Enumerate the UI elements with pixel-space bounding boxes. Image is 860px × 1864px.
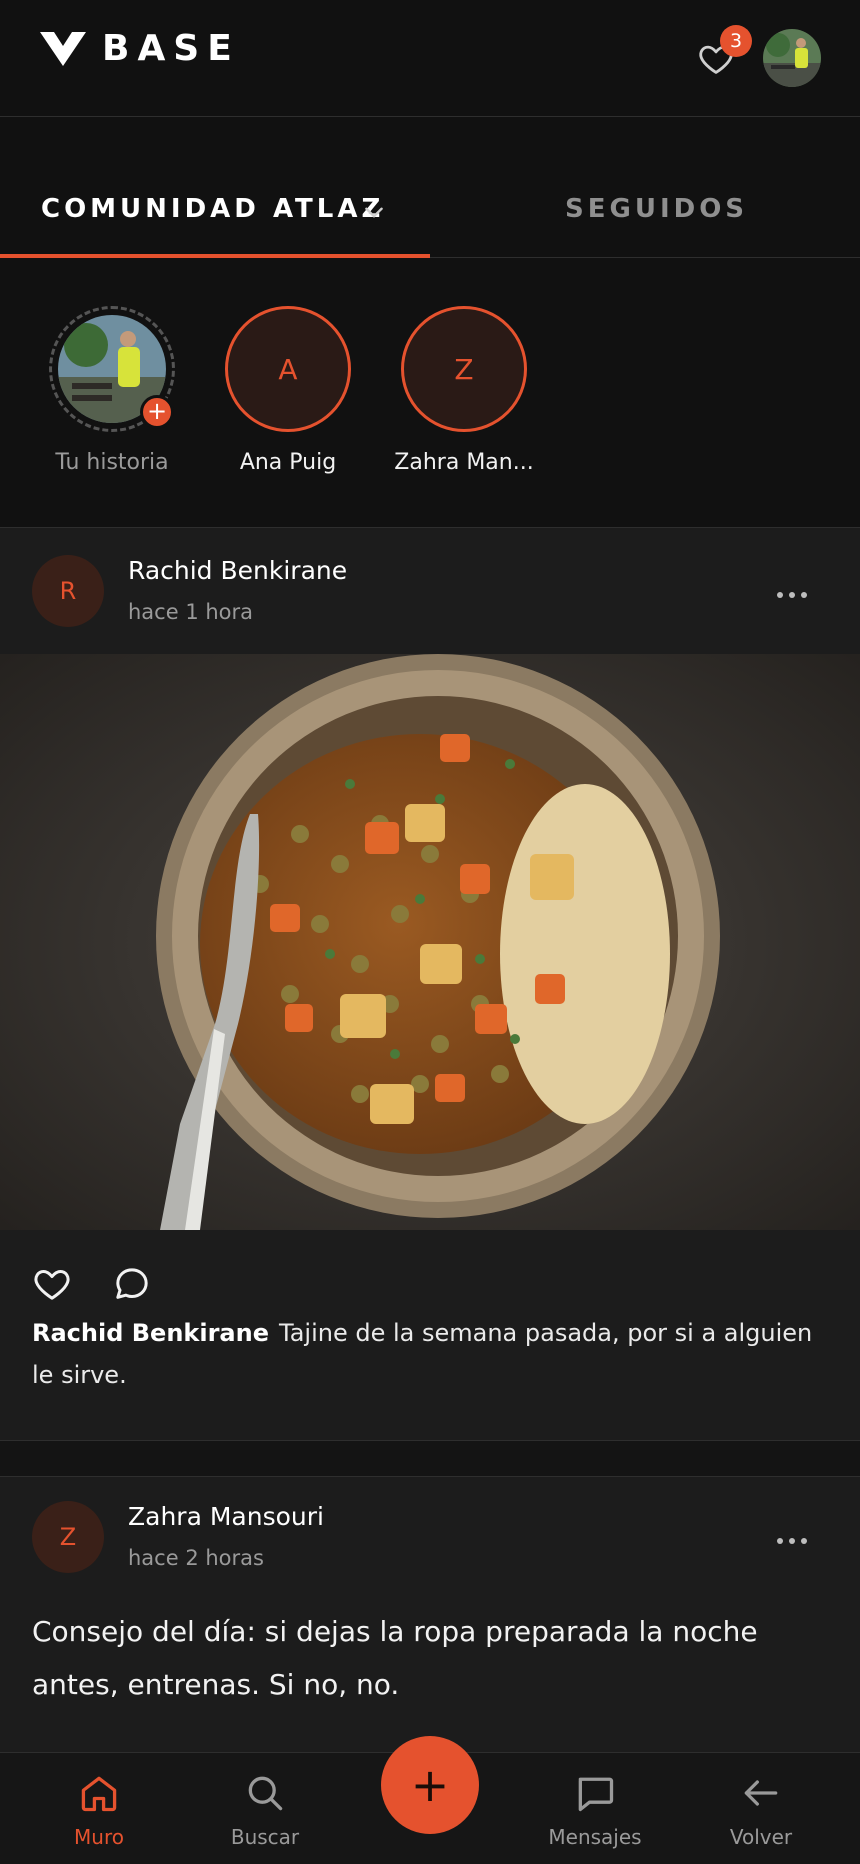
feed-post: R Rachid Benkirane hace 1 hora Rachid Be… — [0, 528, 860, 1440]
story-avatar: A — [225, 306, 351, 432]
story-own-ring: + — [49, 306, 175, 432]
post-image-lentil-tajine[interactable] — [0, 654, 860, 1230]
post-author-name[interactable]: Zahra Mansouri — [128, 1502, 324, 1531]
notification-badge: 3 — [720, 25, 752, 57]
tab-comunidad-label: COMUNIDAD ATLAZ — [41, 194, 385, 224]
profile-avatar[interactable] — [763, 29, 821, 87]
logo-text: BASE — [102, 28, 240, 69]
nav-home-label: Muro — [74, 1825, 124, 1849]
nav-back[interactable]: Volver — [691, 1771, 831, 1849]
story-label: Ana Puig — [239, 450, 337, 475]
nav-messages[interactable]: Mensajes — [525, 1771, 665, 1849]
story-own[interactable]: + Tu historia — [27, 306, 197, 475]
feed-post: Z Zahra Mansouri hace 2 horas Consejo de… — [0, 1476, 860, 1756]
messages-icon — [578, 1777, 614, 1812]
home-icon — [81, 1776, 117, 1812]
nav-home[interactable]: Muro — [29, 1771, 169, 1849]
app-root: BASE 3 COMUNIDAD ATLAZ SEGUIDOS + Tu his… — [0, 0, 860, 1864]
story-avatar: Z — [401, 306, 527, 432]
post-timestamp: hace 2 horas — [128, 1546, 264, 1570]
post-author-name[interactable]: Rachid Benkirane — [128, 556, 347, 585]
nav-messages-label: Mensajes — [548, 1825, 642, 1849]
add-story-plus-icon[interactable]: + — [140, 395, 174, 429]
story-label: Tu historia — [55, 450, 169, 475]
story-label: Zahra Man... — [394, 450, 534, 475]
post-text: Consejo del día: si dejas la ropa prepar… — [32, 1615, 758, 1701]
food-photo-icon — [0, 654, 860, 1230]
tab-seguidos[interactable]: SEGUIDOS — [565, 194, 748, 224]
like-heart-icon[interactable] — [32, 1264, 72, 1304]
post-separator — [0, 1440, 860, 1476]
create-post-button[interactable]: + — [381, 1736, 479, 1834]
more-options-icon[interactable] — [775, 1536, 809, 1546]
logo-v-icon — [40, 31, 86, 66]
comment-bubble-icon[interactable] — [112, 1264, 152, 1304]
top-header: BASE 3 — [0, 0, 860, 117]
more-options-icon[interactable] — [775, 590, 809, 600]
story-ana-puig[interactable]: A Ana Puig — [203, 306, 373, 475]
nav-search[interactable]: Buscar — [195, 1771, 335, 1849]
post-caption: Rachid Benkirane Tajine de la semana pasa… — [32, 1312, 832, 1396]
caption-author[interactable]: Rachid Benkirane — [32, 1319, 269, 1347]
chevron-down-icon[interactable] — [361, 199, 387, 225]
post-author-avatar[interactable]: R — [32, 555, 104, 627]
profile-photo-icon — [763, 29, 821, 87]
post-author-avatar[interactable]: Z — [32, 1501, 104, 1573]
app-logo[interactable]: BASE — [40, 28, 240, 69]
nav-search-label: Buscar — [230, 1825, 300, 1849]
story-zahra[interactable]: Z Zahra Man... — [379, 306, 549, 475]
search-icon — [248, 1776, 283, 1811]
feed-tabs: COMUNIDAD ATLAZ SEGUIDOS — [0, 170, 860, 258]
nav-back-label: Volver — [729, 1825, 793, 1849]
arrow-left-icon — [744, 1780, 778, 1806]
post-timestamp: hace 1 hora — [128, 600, 254, 624]
stories-row: + Tu historia A Ana Puig Z Zahra Man... — [0, 258, 860, 528]
